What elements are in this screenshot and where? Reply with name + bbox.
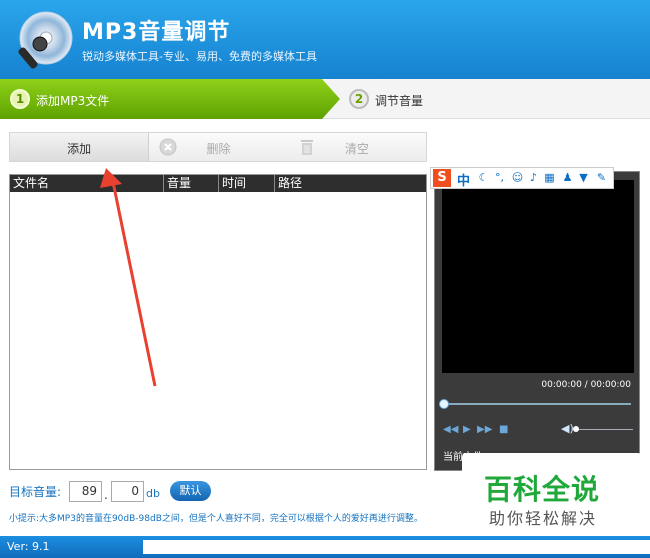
step-1-number: 1 [10, 89, 30, 109]
step-2-label: 调节音量 [375, 94, 424, 108]
microphone-cd-logo-icon [18, 11, 73, 69]
status-bar: Ver: 9.1 [0, 536, 650, 558]
volume-handle[interactable] [573, 426, 579, 432]
watermark-subtitle: 助你轻松解决 [489, 509, 598, 528]
video-screen [442, 180, 634, 373]
ime-chinese-mode[interactable]: 中 [457, 170, 470, 189]
shirt-icon[interactable]: ▼ [577, 171, 590, 184]
keyboard-icon[interactable]: ▦ [543, 171, 556, 184]
clear-button-label: 清空 [344, 142, 369, 156]
column-time[interactable]: 时间 [219, 175, 275, 192]
column-volume[interactable]: 音量 [164, 175, 219, 192]
seek-handle[interactable] [439, 399, 449, 409]
app-subtitle: 锐动多媒体工具-专业、易用、免费的多媒体工具 [82, 50, 317, 63]
target-volume-integer-input[interactable]: 89 [69, 481, 102, 502]
file-list-header: 文件名 音量 时间 路径 [10, 175, 426, 192]
ime-toolbar: S 中 ☾ °, ☺ ♪ ▦ ♟ ▼ ✎ [430, 167, 614, 189]
media-player: 00:00:00 / 00:00:00 ◀◀ ▶ ▶▶ ■ ◀) 当前文件: [434, 171, 640, 471]
stop-icon[interactable]: ■ [499, 424, 508, 435]
decimal-separator: . [104, 488, 108, 502]
volume-slider[interactable] [575, 429, 633, 430]
delete-button[interactable]: 删除 [149, 133, 287, 161]
column-path[interactable]: 路径 [275, 175, 426, 192]
progress-bar [143, 540, 650, 554]
version-label: Ver: 9.1 [7, 540, 50, 553]
wrench-icon[interactable]: ✎ [595, 171, 608, 184]
sogou-logo-icon[interactable]: S [433, 169, 451, 187]
step-bar: 1 添加MP3文件 2 调节音量 [0, 79, 650, 119]
playback-time: 00:00:00 / 00:00:00 [541, 380, 631, 390]
step-1-label: 添加MP3文件 [36, 94, 110, 108]
seek-bar[interactable] [443, 403, 631, 405]
add-button[interactable]: 添加 [10, 133, 150, 161]
volume-unit-label: db [146, 487, 160, 500]
watermark-title: 百科全说 [484, 473, 601, 506]
target-volume-decimal-input[interactable]: 0 [111, 481, 144, 502]
app-title: MP3音量调节 [82, 20, 231, 45]
microphone-icon[interactable]: ♪ [527, 171, 540, 184]
punctuation-icon[interactable]: °, [493, 171, 506, 184]
delete-button-label: 删除 [206, 142, 231, 156]
app-header: MP3音量调节 锐动多媒体工具-专业、易用、免费的多媒体工具 [0, 0, 650, 79]
file-list-table[interactable]: 文件名 音量 时间 路径 [9, 174, 427, 470]
add-button-label: 添加 [67, 142, 92, 156]
clear-button[interactable]: 清空 [288, 133, 426, 161]
rewind-icon[interactable]: ◀◀ [443, 424, 458, 435]
emoji-icon[interactable]: ☺ [511, 171, 524, 184]
file-toolbar: 添加 删除 清空 [9, 132, 427, 162]
default-button[interactable]: 默认 [170, 481, 211, 501]
column-filename[interactable]: 文件名 [10, 175, 164, 192]
volume-icon[interactable]: ◀) [561, 422, 574, 435]
play-icon[interactable]: ▶ [463, 424, 471, 435]
user-icon[interactable]: ♟ [561, 171, 574, 184]
step-2-number: 2 [349, 89, 369, 109]
moon-icon[interactable]: ☾ [477, 171, 490, 184]
step-1-tab[interactable]: 1 添加MP3文件 [0, 79, 340, 119]
forward-icon[interactable]: ▶▶ [477, 424, 492, 435]
tip-text: 小提示:大多MP3的音量在90dB-98dB之间，但是个人喜好不同，完全可以根据… [9, 514, 423, 524]
target-volume-label: 目标音量: [9, 485, 62, 499]
